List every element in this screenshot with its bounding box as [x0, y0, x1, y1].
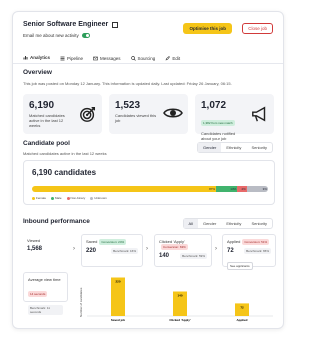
pool-bar-segment: 87%	[32, 186, 217, 192]
applied-stat: Applied Conversion: 51% 72 Benchmark: 65%…	[222, 234, 276, 270]
tab-divider	[13, 63, 283, 64]
segment-ethnicity[interactable]: Ethnicity	[221, 219, 246, 228]
pool-title: Candidate pool	[23, 140, 70, 147]
saved-conversion-badge: Conversion: 24%	[99, 239, 127, 245]
legend-female: Female	[32, 196, 46, 200]
chart-value-label: 140	[177, 294, 182, 298]
avg-time-badge: 14 seconds	[28, 291, 48, 297]
job-title: Senior Software Engineer	[23, 21, 109, 28]
saved-label: Saved	[86, 239, 98, 244]
inbound-chart: Number of candidates 220 Saved job 140 Clic…	[77, 272, 275, 324]
pool-bar-segment: 4%	[237, 186, 247, 192]
megaphone-icon	[252, 106, 266, 122]
bar-chart-icon	[23, 56, 28, 60]
segment-seniority[interactable]: Seniority	[246, 219, 272, 228]
segment-gender[interactable]: Gender	[198, 219, 221, 228]
email-toggle-label: Email me about new activity	[23, 33, 79, 38]
chevron-right-icon: ›	[215, 246, 217, 252]
pipeline-icon	[60, 56, 65, 60]
pool-legend: Female Male Non-binary Unknown	[32, 196, 107, 200]
candidate-pool-box: 6,190 candidates 87% 13% 4% 3% Female Male …	[23, 160, 275, 205]
notified-label: Candidates notified about your job	[201, 131, 236, 141]
chart-category-label: Saved job	[111, 318, 125, 322]
inbound-title: Inbound performance	[23, 218, 90, 225]
applied-benchmark: Benchmark: 65%	[244, 248, 271, 254]
segment-gender[interactable]: Gender	[197, 143, 222, 152]
legend-unknown: Unknown	[90, 196, 107, 200]
clicked-stat: Clicked 'Apply'Conversion: 63% 140 Bench…	[154, 234, 212, 267]
overview-card-viewed: 1,523 Candidates viewed this job	[109, 94, 188, 134]
legend-non-binary: Non-binary	[66, 196, 85, 200]
applied-label: Applied	[227, 239, 241, 244]
pool-bar-segment: 13%	[216, 186, 238, 192]
external-link-icon[interactable]	[112, 21, 119, 28]
applied-conversion-badge: Conversion: 51%	[242, 239, 270, 245]
legend-male: Male	[51, 196, 62, 200]
chart-value-label: 72	[240, 305, 244, 309]
applied-value: 72	[227, 248, 234, 254]
segment-ethnicity[interactable]: Ethnicity	[221, 143, 246, 152]
chart-category-label: Applied	[237, 318, 248, 322]
viewed-value: 1,568	[27, 246, 43, 252]
inbound-segment-control: All Gender Ethnicity Seniority	[182, 218, 273, 229]
viewed-label: Candidates viewed this job	[115, 113, 157, 123]
gender-distribution-bar: 87% 13% 4% 3%	[32, 186, 268, 192]
matched-label: Matched candidates active in the last 12…	[29, 113, 65, 128]
chevron-right-icon: ›	[73, 246, 75, 252]
viewed-stat: Viewed 1,568	[23, 234, 71, 267]
search-icon	[130, 55, 136, 61]
eye-icon	[163, 108, 183, 118]
pool-subtitle: Matched candidates active in the last 12…	[23, 151, 107, 156]
tab-label: Edit	[172, 55, 181, 61]
tab-label: Analytics	[30, 55, 51, 60]
overview-card-notified: 1,072 1,382 from new match Candidates no…	[195, 94, 274, 141]
saved-value: 220	[86, 248, 97, 254]
optimise-job-button[interactable]: Optimise this job	[183, 23, 232, 34]
see-applicants-button[interactable]: See applicants	[227, 262, 253, 270]
segment-all[interactable]: All	[183, 219, 198, 228]
chart-category-label: Clicked 'Apply'	[169, 318, 191, 322]
saved-stat: Saved Conversion: 24% 220 Benchmark: 16%	[81, 234, 143, 267]
tab-label: Messages	[100, 55, 121, 61]
target-icon	[80, 106, 96, 122]
pool-count: 6,190 candidates	[32, 168, 97, 177]
tab-label: Sourcing	[137, 55, 156, 61]
viewed-label: Viewed	[27, 238, 41, 243]
tab-label: Pipeline	[67, 55, 84, 61]
new-match-badge: 1,382 from new match	[201, 120, 235, 126]
pencil-icon	[165, 55, 171, 60]
pool-segment-control: Gender Ethnicity Seniority	[196, 142, 273, 153]
chart-ylabel: Number of candidates	[79, 287, 83, 317]
email-toggle[interactable]	[81, 33, 90, 38]
avg-time-benchmark: Benchmark: 11 seconds	[28, 305, 63, 315]
clicked-benchmark: Benchmark: 59%	[180, 253, 207, 259]
job-header: Senior Software Engineer Email me about …	[23, 21, 275, 51]
chevron-right-icon: ›	[146, 246, 148, 252]
job-card: Senior Software Engineer Email me about …	[12, 11, 284, 329]
segment-seniority[interactable]: Seniority	[246, 143, 272, 152]
clicked-value: 140	[159, 253, 170, 259]
average-view-time: Average view time 14 seconds Benchmark: …	[23, 272, 68, 315]
pool-bar-segment: 3%	[246, 186, 268, 192]
overview-card-matched: 6,190 Matched candidates active in the l…	[23, 94, 102, 134]
message-icon	[93, 56, 98, 60]
inbound-bar-chart: 220 Saved job 140 Clicked 'Apply' 72 Applied	[87, 277, 273, 322]
saved-benchmark: Benchmark: 16%	[111, 248, 138, 254]
close-job-button[interactable]: Close job	[242, 23, 273, 34]
overview-title: Overview	[23, 69, 52, 76]
overview-note: This job was posted on Monday 12 January…	[23, 81, 232, 86]
clicked-conversion-badge: Conversion: 63%	[161, 244, 188, 250]
avg-time-label: Average view time	[28, 277, 61, 282]
chart-value-label: 220	[115, 280, 120, 284]
